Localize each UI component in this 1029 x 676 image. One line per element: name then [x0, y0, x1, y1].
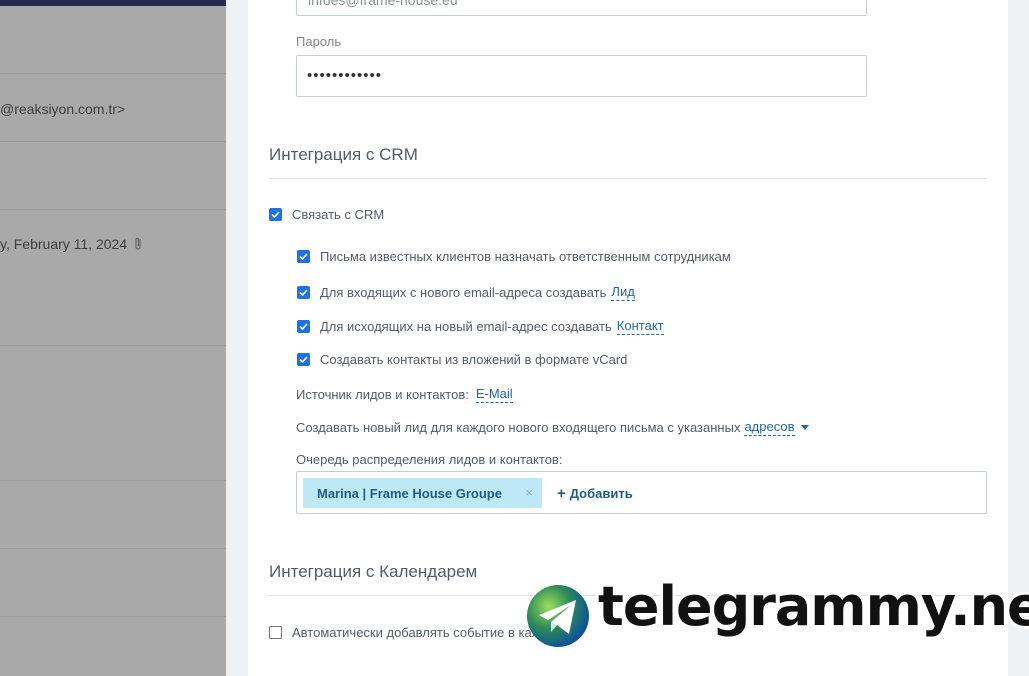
email-value: infoes@frame-house.eu	[308, 0, 458, 8]
checkbox-checked-icon[interactable]	[297, 286, 310, 299]
plus-icon: +	[557, 485, 566, 502]
crm-section-title: Интеграция с CRM	[269, 145, 418, 164]
outgoing-entity-link[interactable]: Контакт	[616, 318, 664, 335]
watermark-text: telegrammy.net	[598, 575, 1029, 638]
crm-option-incoming-lead[interactable]: Для входящих с нового email-адреса созда…	[297, 284, 635, 301]
checkbox-checked-icon[interactable]	[297, 353, 310, 366]
remove-tag-icon[interactable]: ×	[525, 485, 533, 500]
divider	[0, 141, 226, 142]
queue-selector[interactable]: Marina | Frame House Groupe × + Добавить	[296, 471, 987, 514]
caret-down-icon[interactable]	[800, 425, 809, 430]
queue-label: Очередь распределения лидов и контактов:	[296, 452, 563, 467]
password-label: Пароль	[296, 34, 342, 49]
link-crm-checkbox[interactable]: Связать с CRM	[269, 207, 384, 222]
crm-option-label: Письма известных клиентов назначать отве…	[320, 249, 731, 264]
divider	[0, 209, 226, 210]
crm-option-assign-known[interactable]: Письма известных клиентов назначать отве…	[297, 249, 731, 264]
mail-list-overlay: @reaksiyon.com.tr> y, February 11, 2024	[0, 0, 226, 676]
mail-sender-text: @reaksiyon.com.tr>	[0, 101, 126, 117]
checkbox-checked-icon[interactable]	[269, 208, 282, 221]
lead-source-link[interactable]: E-Mail	[475, 386, 513, 403]
divider	[0, 73, 226, 74]
checkbox-checked-icon[interactable]	[297, 320, 310, 333]
crm-option-vcard[interactable]: Создавать контакты из вложений в формате…	[297, 352, 627, 367]
password-field[interactable]: ••••••••••••	[296, 55, 867, 97]
checkbox-checked-icon[interactable]	[297, 250, 310, 263]
addresses-dropdown[interactable]: адресов	[744, 419, 795, 436]
queue-user-name: Marina | Frame House Groupe	[317, 485, 502, 501]
new-lead-row: Создавать новый лид для каждого нового в…	[296, 419, 809, 436]
divider	[0, 548, 226, 549]
password-value: ••••••••••••	[307, 67, 383, 84]
mail-date-text: y, February 11, 2024	[0, 236, 128, 252]
crm-option-label: Для входящих с нового email-адреса созда…	[320, 285, 607, 300]
crm-option-label: Создавать контакты из вложений в формате…	[320, 352, 628, 367]
lead-source-row: Источник лидов и контактов: E-Mail	[296, 386, 513, 403]
add-label: Добавить	[569, 486, 633, 501]
checkbox-unchecked-icon[interactable]	[269, 626, 282, 639]
queue-user-tag[interactable]: Marina | Frame House Groupe ×	[303, 478, 542, 508]
crm-option-outgoing-contact[interactable]: Для исходящих на новый email-адрес созда…	[297, 318, 664, 335]
divider	[0, 345, 226, 346]
top-bar	[0, 0, 226, 6]
incoming-entity-link[interactable]: Лид	[611, 284, 635, 301]
telegram-logo-icon	[526, 584, 590, 648]
email-field[interactable]: infoes@frame-house.eu	[296, 0, 867, 16]
mail-date-row: y, February 11, 2024	[0, 236, 143, 254]
paperclip-icon	[133, 236, 143, 254]
new-lead-label: Создавать новый лид для каждого нового в…	[296, 420, 741, 435]
crm-option-label: Для исходящих на новый email-адрес созда…	[320, 319, 612, 334]
add-queue-user-button[interactable]: + Добавить	[557, 485, 633, 502]
divider	[0, 616, 226, 617]
divider	[269, 178, 987, 179]
lead-source-label: Источник лидов и контактов:	[296, 387, 469, 402]
divider	[0, 480, 226, 481]
link-crm-label: Связать с CRM	[292, 207, 385, 222]
calendar-section-title: Интеграция с Календарем	[269, 562, 478, 581]
